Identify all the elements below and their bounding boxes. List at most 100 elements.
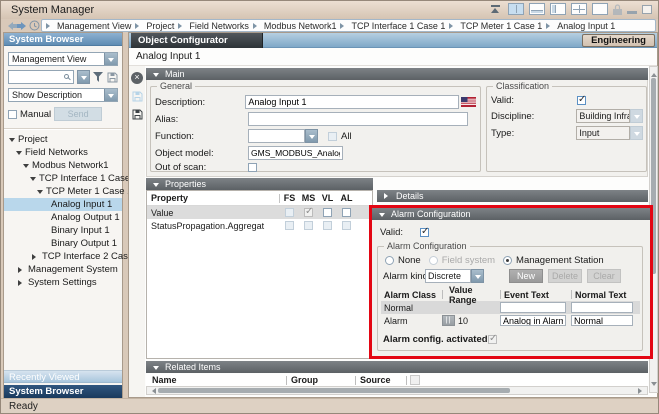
- minimize-button[interactable]: [627, 11, 637, 14]
- scroll-up-icon[interactable]: [651, 70, 657, 77]
- scroll-down-icon[interactable]: [651, 382, 657, 389]
- save-filter-icon[interactable]: [107, 72, 118, 83]
- search-dropdown-icon[interactable]: [77, 70, 90, 84]
- chevron-expanded-icon[interactable]: [16, 151, 22, 158]
- classification-group: Classification Valid: Discipline: Buildi…: [486, 86, 647, 172]
- history-clock-icon[interactable]: [29, 20, 40, 31]
- breadcrumb-item[interactable]: TCP Interface 1 Case 1: [349, 21, 447, 31]
- tree-item-tcp-interface-2[interactable]: TCP Interface 2 Case 1: [4, 250, 122, 263]
- type-dropdown-icon[interactable]: [630, 126, 643, 140]
- function-input[interactable]: [248, 129, 305, 143]
- send-button[interactable]: Send: [54, 107, 102, 121]
- chevron-expanded-icon[interactable]: [23, 164, 29, 171]
- discipline-dropdown-icon[interactable]: [630, 109, 643, 123]
- close-icon[interactable]: ×: [131, 72, 143, 84]
- search-input[interactable]: [8, 70, 74, 84]
- save-as-icon[interactable]: [132, 109, 143, 120]
- vl-checkbox[interactable]: [323, 208, 332, 217]
- collapse-icon: [379, 213, 385, 220]
- filter-icon[interactable]: [93, 72, 104, 82]
- chevron-expanded-icon[interactable]: [30, 177, 36, 184]
- tree-item-field-networks[interactable]: Field Networks: [4, 146, 122, 159]
- radio-none[interactable]: [385, 256, 394, 265]
- event-text-input[interactable]: [500, 315, 566, 326]
- tree-item-tcp-interface-1[interactable]: TCP Interface 1 Case 1: [4, 172, 122, 185]
- chevron-down-icon[interactable]: [104, 89, 117, 101]
- out-of-scan-checkbox[interactable]: [248, 163, 257, 172]
- normal-text-input[interactable]: [571, 315, 633, 326]
- scroll-right-icon[interactable]: [638, 388, 645, 394]
- all-checkbox[interactable]: [328, 132, 337, 141]
- chevron-collapsed-icon[interactable]: [18, 280, 25, 286]
- engineering-mode-button[interactable]: Engineering: [582, 34, 655, 47]
- section-header-details[interactable]: Details: [377, 190, 648, 202]
- layout-quad-icon[interactable]: [571, 3, 587, 15]
- new-button[interactable]: New: [509, 269, 543, 283]
- tree-item-analog-input-1[interactable]: Analog Input 1: [4, 198, 122, 211]
- tree-item-binary-output-1[interactable]: Binary Output 1: [4, 237, 122, 250]
- property-row-value[interactable]: Value: [147, 206, 372, 219]
- tree-item-tcp-meter-1[interactable]: TCP Meter 1 Case 1: [4, 185, 122, 198]
- save-icon-disabled: [132, 91, 143, 102]
- object-model-input[interactable]: [248, 146, 343, 160]
- section-header-properties[interactable]: Properties: [146, 178, 373, 190]
- chevron-expanded-icon[interactable]: [37, 190, 43, 197]
- breadcrumb-item[interactable]: Management View: [55, 21, 133, 31]
- tree-item-binary-input-1[interactable]: Binary Input 1: [4, 224, 122, 237]
- alarm-row-normal[interactable]: Normal: [381, 301, 640, 314]
- tree-item-modbus-network[interactable]: Modbus Network1: [4, 159, 122, 172]
- tree-item-system-settings[interactable]: System Settings: [4, 276, 122, 289]
- section-header-related-items[interactable]: Related Items: [146, 361, 648, 373]
- back-button[interactable]: [4, 20, 17, 31]
- normal-text-input[interactable]: [571, 302, 633, 313]
- view-selector[interactable]: Management View: [8, 52, 118, 66]
- tree-item-analog-output-1[interactable]: Analog Output 1: [4, 211, 122, 224]
- recently-viewed-tab[interactable]: Recently Viewed: [4, 370, 122, 383]
- valid-checkbox[interactable]: [577, 96, 586, 105]
- function-dropdown-icon[interactable]: [305, 129, 318, 143]
- object-title-row: Analog Input 1: [129, 48, 657, 66]
- alias-input[interactable]: [248, 112, 468, 126]
- al-checkbox[interactable]: [342, 208, 351, 217]
- layout-bottom-pane-icon[interactable]: [529, 3, 545, 15]
- dock-top-icon[interactable]: [489, 3, 503, 15]
- section-header-alarm-configuration[interactable]: Alarm Configuration: [372, 208, 650, 220]
- section-header-main[interactable]: Main: [146, 68, 648, 80]
- horizontal-scrollbar-thumb[interactable]: [158, 388, 510, 393]
- alarm-kind-label: Alarm kind:: [383, 271, 425, 282]
- layout-single-icon[interactable]: [592, 3, 608, 15]
- maximize-button[interactable]: [642, 5, 652, 14]
- tab-object-configurator[interactable]: Object Configurator: [131, 33, 263, 48]
- tree-item-management-system[interactable]: Management System: [4, 263, 122, 276]
- alarm-row-alarm[interactable]: Alarm || 10: [381, 314, 640, 327]
- chevron-collapsed-icon[interactable]: [32, 254, 39, 260]
- display-mode-selector[interactable]: Show Description: [8, 88, 118, 102]
- layout-split-icon[interactable]: [508, 3, 524, 15]
- language-flag-icon[interactable]: [461, 97, 476, 107]
- delete-button[interactable]: Delete: [548, 269, 582, 283]
- breadcrumb-item[interactable]: Analog Input 1: [555, 21, 617, 31]
- breadcrumb-item[interactable]: TCP Meter 1 Case 1: [458, 21, 544, 31]
- breadcrumb-item[interactable]: Field Networks: [187, 21, 251, 31]
- breadcrumb-item[interactable]: Modbus Network1: [262, 21, 339, 31]
- collapse-icon: [153, 73, 159, 80]
- value-range-handle-icon[interactable]: ||: [442, 315, 455, 326]
- breadcrumb-item[interactable]: Project: [144, 21, 176, 31]
- tree-item-project[interactable]: Project: [4, 133, 122, 146]
- property-row-statuspropagation[interactable]: StatusPropagation.Aggregat: [147, 219, 372, 232]
- system-browser-tab[interactable]: System Browser: [4, 385, 122, 398]
- clear-button[interactable]: Clear: [587, 269, 621, 283]
- chevron-collapsed-icon[interactable]: [18, 267, 25, 273]
- description-input[interactable]: [245, 95, 459, 109]
- event-text-input[interactable]: [500, 302, 566, 313]
- chevron-expanded-icon[interactable]: [9, 138, 15, 145]
- manual-checkbox[interactable]: [8, 110, 17, 119]
- layout-left-pane-icon[interactable]: [550, 3, 566, 15]
- radio-management-station[interactable]: [503, 256, 512, 265]
- horizontal-scrollbar[interactable]: [146, 386, 648, 395]
- scroll-left-icon[interactable]: [149, 388, 156, 394]
- alarm-kind-dropdown-icon[interactable]: [471, 269, 484, 283]
- chevron-down-icon[interactable]: [104, 53, 117, 65]
- related-items-table-header: Name Group Source: [146, 374, 648, 386]
- alarm-valid-checkbox[interactable]: [420, 228, 429, 237]
